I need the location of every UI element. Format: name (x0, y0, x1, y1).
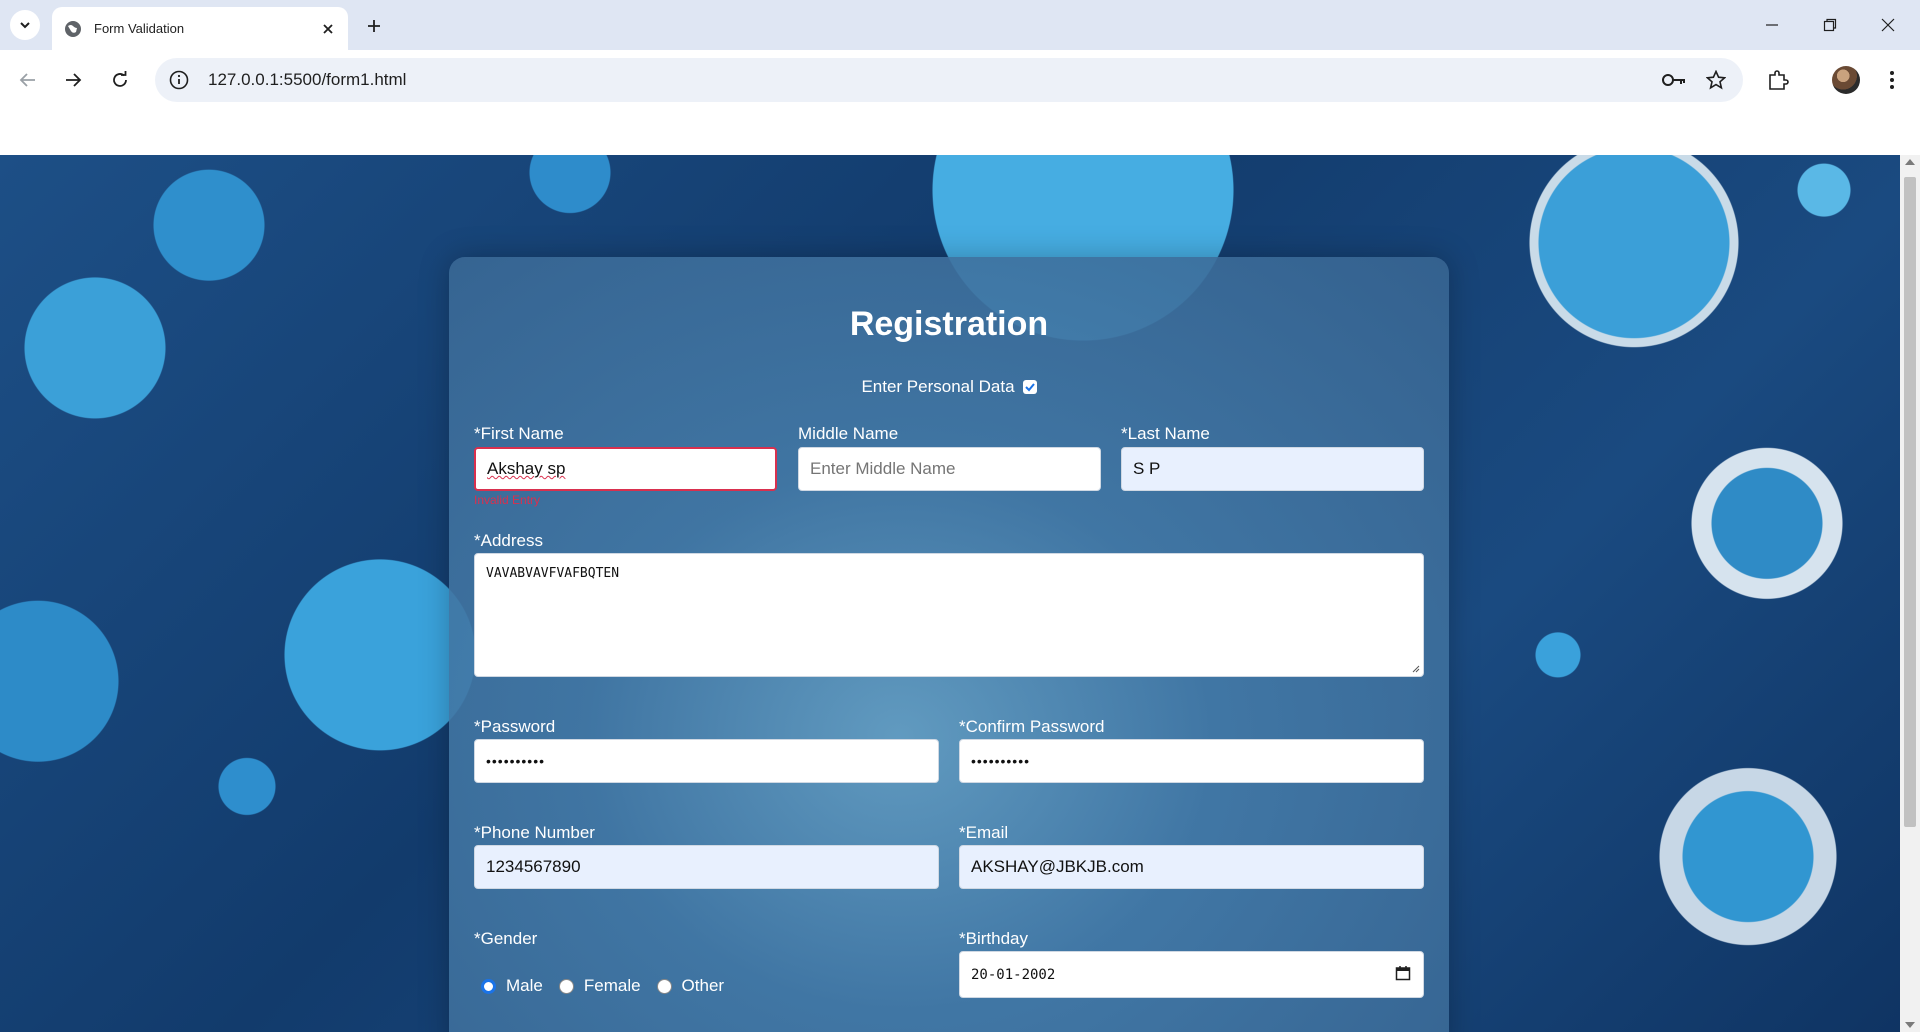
bookmarks-bar (0, 110, 1920, 155)
url-text[interactable]: 127.0.0.1:5500/form1.html (208, 70, 1659, 90)
chevron-down-icon (20, 22, 30, 29)
active-tab[interactable]: Form Validation (52, 7, 348, 50)
registration-form: Registration Enter Personal Data *First … (449, 257, 1449, 1032)
restore-icon (1823, 18, 1837, 32)
minimize-button[interactable] (1752, 6, 1792, 44)
browser-menu-button[interactable] (1878, 64, 1906, 96)
password-input[interactable]: •••••••••• (474, 739, 939, 783)
first-name-input[interactable]: Akshay sp (474, 447, 777, 491)
forward-icon (66, 73, 82, 87)
restore-button[interactable] (1810, 6, 1850, 44)
scroll-up-arrow-icon[interactable] (1905, 159, 1915, 165)
personal-data-label: Enter Personal Data (861, 377, 1015, 396)
tab-search-button[interactable] (10, 10, 40, 40)
address-label: *Address (474, 531, 543, 550)
tab-title: Form Validation (94, 21, 185, 36)
page-scrollbar[interactable] (1900, 155, 1920, 1032)
new-tab-button[interactable] (360, 12, 388, 40)
last-name-label: *Last Name (1121, 424, 1210, 443)
browser-toolbar: 127.0.0.1:5500/form1.html (0, 50, 1920, 110)
gender-other-label[interactable]: Other (682, 976, 725, 996)
phone-input[interactable]: 1234567890 (474, 845, 939, 889)
gender-female-label[interactable]: Female (584, 976, 641, 996)
birthday-input[interactable]: 20-01-2002 (959, 951, 1424, 998)
close-icon (1881, 18, 1895, 32)
gender-radio-group: Male Female Other (481, 976, 740, 996)
tab-bar: Form Validation (0, 0, 1920, 50)
phone-label: *Phone Number (474, 823, 595, 842)
scrollbar-thumb[interactable] (1904, 177, 1916, 827)
resize-handle-icon[interactable] (1410, 663, 1420, 673)
middle-name-input[interactable]: Enter Middle Name (798, 447, 1101, 491)
personal-data-toggle[interactable]: Enter Personal Data (449, 377, 1449, 397)
address-bar[interactable]: 127.0.0.1:5500/form1.html (155, 58, 1743, 102)
back-button[interactable] (12, 64, 44, 96)
gender-other-radio[interactable] (656, 978, 672, 994)
close-icon (323, 23, 333, 34)
back-icon (19, 73, 35, 87)
minimize-icon (1766, 24, 1778, 26)
avatar[interactable] (1832, 66, 1860, 94)
personal-data-checkbox[interactable] (1022, 380, 1037, 394)
address-textarea[interactable]: VAVABVAVFVAFBQTEN (474, 553, 1424, 677)
reload-button[interactable] (104, 64, 136, 96)
email-label: *Email (959, 823, 1009, 842)
gender-female-radio[interactable] (558, 978, 574, 994)
scroll-down-arrow-icon[interactable] (1905, 1022, 1915, 1028)
last-name-input[interactable]: S P (1121, 447, 1424, 491)
password-key-button[interactable] (1659, 65, 1689, 95)
plus-icon (368, 20, 380, 32)
middle-name-label: Middle Name (798, 424, 899, 443)
extensions-icon (1769, 70, 1789, 90)
key-icon (1662, 74, 1685, 86)
tab-close-button[interactable] (316, 17, 340, 41)
info-icon[interactable] (168, 69, 190, 91)
globe-icon (65, 20, 81, 37)
checkmark-icon (1024, 383, 1035, 392)
forward-button[interactable] (57, 64, 89, 96)
gender-male-label[interactable]: Male (506, 976, 543, 996)
reload-icon (113, 71, 127, 87)
kebab-menu-icon (1890, 71, 1894, 89)
page-background: Registration Enter Personal Data *First … (0, 155, 1900, 1032)
email-input[interactable]: AKSHAY@JBKJB.com (959, 845, 1424, 889)
gender-male-radio[interactable] (481, 978, 496, 994)
calendar-icon[interactable] (1395, 965, 1411, 981)
bookmark-star-button[interactable] (1701, 65, 1731, 95)
confirm-password-input[interactable]: •••••••••• (959, 739, 1424, 783)
close-window-button[interactable] (1868, 6, 1908, 44)
first-name-error: Invalid Entry (474, 493, 541, 507)
star-icon (1706, 70, 1726, 90)
page-title: Registration (849, 305, 1049, 343)
confirm-password-label: *Confirm Password (959, 717, 1105, 736)
password-label: *Password (474, 717, 556, 736)
birthday-label: *Birthday (959, 929, 1028, 948)
extensions-button[interactable] (1762, 64, 1794, 96)
first-name-label: *First Name (474, 424, 564, 443)
gender-label: *Gender (474, 929, 538, 948)
